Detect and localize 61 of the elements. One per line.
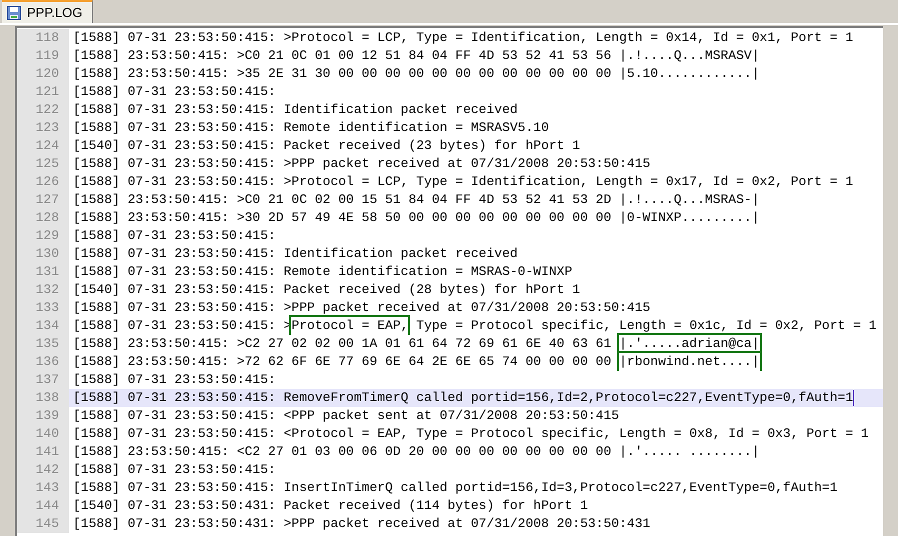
log-line: [1588] 07-31 23:53:50:415: [73,461,276,479]
line-number: 134 [36,318,59,333]
log-line: [1588] 07-31 23:53:50:415: >Protocol = LCP, Type = Identification, Length = 0x14, Id = 0x1, Port = 1 [73,29,854,47]
log-line: [1588] 07-31 23:53:50:415: InsertInTimerQ called portid=156,Id=3,Protocol=c227,EventType=0,fAuth=1 [73,479,838,497]
line-number: 137 [36,372,59,387]
line-number: 141 [36,444,59,459]
log-line: [1588] 07-31 23:53:50:415: RemoveFromTimerQ called portid=156,Id=2,Protocol=c227,EventType=0,fAuth=1 [73,389,854,407]
log-line: [1588] 07-31 23:53:50:415: <Protocol = EAP, Type = Protocol specific, Length = 0x8, Id = 0x3, Port = 1 [73,425,869,443]
line-number: 136 [36,354,59,369]
log-line: [1588] 07-31 23:53:50:415: >PPP packet received at 07/31/2008 20:53:50:415 [73,299,650,317]
line-number: 135 [36,336,59,351]
line-number: 122 [36,102,59,117]
line-number: 133 [36,300,59,315]
line-number: 123 [36,120,59,135]
line-number: 142 [36,462,59,477]
line-number: 130 [36,246,59,261]
line-number: 143 [36,480,59,495]
log-text: [1588] 23:53:50:415: >72 62 6F 6E 77 69 6E 64 2E 6E 65 74 00 00 00 00 [73,353,612,371]
line-number: 131 [36,264,59,279]
log-text: [1588] 23:53:50:415: >C2 27 02 02 00 1A 01 61 64 72 69 61 6E 40 63 61 [73,335,612,353]
text-cursor [853,390,854,406]
line-number: 118 [36,30,59,45]
line-number: 125 [36,156,59,171]
log-line: [1588] 07-31 23:53:50:415: Remote identification = MSRASV5.10 [73,119,549,137]
line-number: 144 [36,498,59,513]
log-line: [1588] 23:53:50:415: >35 2E 31 30 00 00 00 00 00 00 00 00 00 00 00 00 |5.10............| [73,65,760,83]
highlighted-text: Protocol = EAP, [291,317,408,335]
line-number: 140 [36,426,59,441]
line-number: 119 [36,48,59,63]
log-line: [1588] 07-31 23:53:50:415: >Protocol = LCP, Type = Identification, Length = 0x17, Id = 0x2, Port = 1 [73,173,854,191]
line-number: 132 [36,282,59,297]
line-number: 126 [36,174,59,189]
log-line: [1588] 07-31 23:53:50:415: [73,83,276,101]
log-line: [1588] 07-31 23:53:50:415: [73,227,276,245]
line-number: 138 [36,390,59,405]
highlighted-text: |.'.....adrian@ca| [619,335,760,353]
log-line: [1588] 07-31 23:53:50:431: >PPP packet received at 07/31/2008 20:53:50:431 [73,515,650,533]
log-line: [1588] 07-31 23:53:50:415: Remote identification = MSRAS-0-WINXP [73,263,572,281]
line-number: 127 [36,192,59,207]
line-number: 124 [36,138,59,153]
log-text: Type = Protocol specific, Length = 0x1c, Id = 0x2, Port = 1 [415,317,877,335]
line-number: 145 [36,516,59,531]
log-line: [1588] 23:53:50:415: >C0 21 0C 02 00 15 51 84 04 FF 4D 53 52 41 53 2D |.!....Q...MSRAS-| [73,191,760,209]
line-number: 121 [36,84,59,99]
log-line: [1588] 07-31 23:53:50:415: >PPP packet received at 07/31/2008 20:53:50:415 [73,155,650,173]
log-line: [1588] 23:53:50:415: >C0 21 0C 01 00 12 51 84 04 FF 4D 53 52 41 53 56 |.!....Q...MSRASV| [73,47,760,65]
log-line: [1588] 07-31 23:53:50:415: Identification packet received [73,245,518,263]
log-line: [1540] 07-31 23:53:50:431: Packet received (114 bytes) for hPort 1 [73,497,588,515]
log-line: [1588] 07-31 23:53:50:415: [73,371,276,389]
line-number: 120 [36,66,59,81]
highlighted-text: |rbonwind.net....| [619,353,760,371]
line-number: 128 [36,210,59,225]
log-line: [1540] 07-31 23:53:50:415: Packet received (23 bytes) for hPort 1 [73,137,580,155]
log-line: [1588] 07-31 23:53:50:415: <PPP packet sent at 07/31/2008 20:53:50:415 [73,407,620,425]
log-line: [1588] 23:53:50:415: <C2 27 01 03 00 06 0D 20 00 00 00 00 00 00 00 00 |.'..... ........| [73,443,760,461]
log-line: [1588] 07-31 23:53:50:415: Identification packet received [73,101,518,119]
file-tab[interactable]: PPP.LOG [2,0,94,23]
line-number: 139 [36,408,59,423]
line-number: 129 [36,228,59,243]
log-line: [1588] 23:53:50:415: >30 2D 57 49 4E 58 50 00 00 00 00 00 00 00 00 00 |0-WINXP.........| [73,209,760,227]
log-line: [1540] 07-31 23:53:50:415: Packet received (28 bytes) for hPort 1 [73,281,580,299]
